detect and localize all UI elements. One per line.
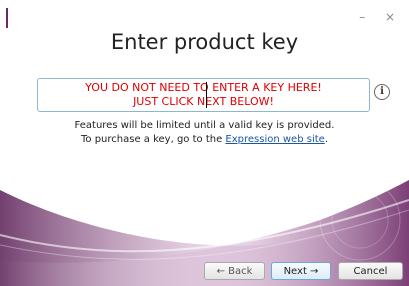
product-key-line-2: JUST CLICK NEXT BELOW!	[133, 95, 274, 108]
purchase-message: To purchase a key, go to the Expression …	[0, 134, 409, 145]
next-button[interactable]: Next →	[271, 262, 331, 280]
limitation-message: Features will be limited until a valid k…	[74, 120, 335, 131]
purchase-message-prefix: To purchase a key, go to the	[81, 134, 226, 145]
purchase-message-suffix: .	[324, 134, 328, 145]
window-accent-bar	[6, 8, 8, 28]
product-key-text: YOU DO NOT NEED TO ENTER A KEY HERE! JUS…	[38, 81, 369, 109]
page-title: Enter product key	[110, 30, 299, 54]
expression-web-site-link[interactable]: Expression web site	[225, 134, 324, 145]
info-icon[interactable]: i	[374, 84, 390, 100]
text-caret	[206, 82, 207, 108]
cancel-button[interactable]: Cancel	[338, 262, 403, 280]
product-key-line-1: YOU DO NOT NEED TO ENTER A KEY HERE!	[85, 81, 322, 94]
product-key-input[interactable]: YOU DO NOT NEED TO ENTER A KEY HERE! JUS…	[37, 78, 370, 112]
window-controls[interactable]: – ×	[359, 10, 403, 24]
product-key-dialog: – × Enter product key YOU DO NOT NEED TO…	[0, 0, 409, 286]
back-button[interactable]: ← Back	[204, 262, 265, 280]
